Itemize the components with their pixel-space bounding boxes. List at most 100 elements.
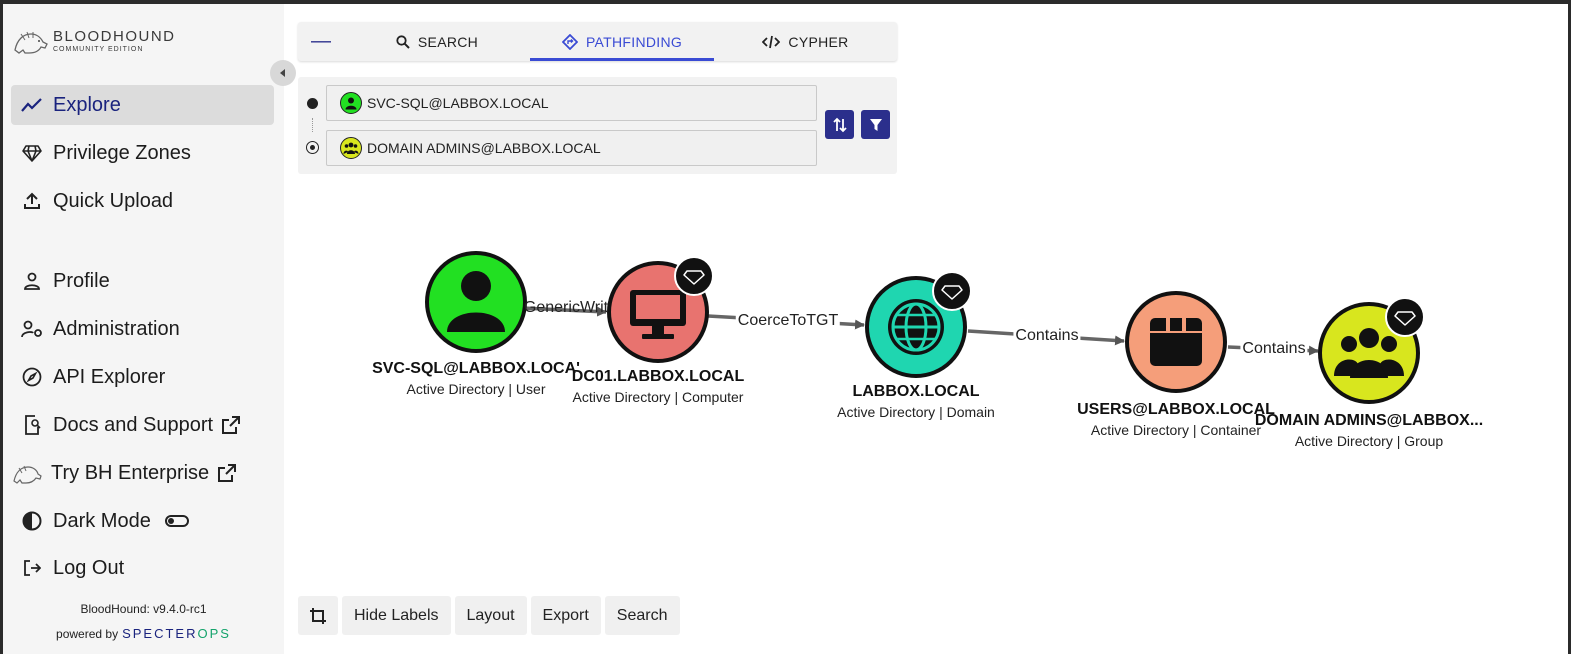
dark-mode-toggle[interactable] [164,515,189,527]
node-type: Active Directory | Container [1090,422,1262,438]
sidebar-item-label: Log Out [53,556,125,579]
graph-node-label: DOMAIN ADMINS@LABBOX... Active Directory… [1255,412,1483,449]
sidebar-item-label: API Explorer [53,365,166,388]
external-link-icon [222,416,241,434]
node-name: USERS@LABBOX.LOCAL [1077,401,1275,418]
sidebar-item-docs-and-support[interactable]: Docs and Support [11,405,274,445]
minimize-panel-button[interactable]: — [298,22,344,61]
swap-vertical-icon [832,117,847,132]
graph-node-computer[interactable] [607,256,714,363]
sidebar-item-label: Dark Mode [53,509,151,532]
swap-nodes-button[interactable] [825,110,854,139]
specterops-logo-accent: OPS [197,626,231,641]
sidebar-item-quick-upload[interactable]: Quick Upload [11,181,274,221]
sidebar-item-try-bh-enterprise[interactable]: Try BH Enterprise [11,453,274,493]
target-node-field[interactable]: DOMAIN ADMINS@LABBOX.LOCAL [326,130,817,166]
layout-button[interactable]: Layout [454,596,527,635]
tab-label: SEARCH [417,33,479,50]
explore-tabs: — SEARCH PATHFINDING CYPHER [298,22,897,61]
edge-label: GenericWrit [523,299,609,316]
tab-pathfinding[interactable]: PATHFINDING [530,22,714,61]
pathfinding-icon [561,33,578,50]
graph-node-user[interactable] [425,251,527,353]
crop-button[interactable] [298,596,338,635]
tier-zero-badge-icon [932,271,972,311]
tab-label: PATHFINDING [585,33,683,50]
tier-zero-badge-icon [1385,297,1425,337]
logo-title: BLOODHOUND [53,28,176,45]
logout-icon [21,557,43,579]
sidebar-item-label: Explore [53,93,121,116]
external-link-icon [218,464,237,482]
user-icon [340,92,362,114]
search-button[interactable]: Search [604,596,680,635]
sidebar-item-label: Docs and Support [53,413,214,436]
path-connector [312,118,313,132]
sidebar-item-label: Try BH Enterprise [51,461,210,484]
node-type: Active Directory | Computer [572,389,744,405]
person-icon [21,270,43,292]
box-icon [1150,318,1202,366]
sidebar-item-label: Administration [53,317,180,340]
graph-node-label: DC01.LABBOX.LOCAL Active Directory | Com… [572,368,744,405]
node-type: Active Directory | Group [1294,433,1444,449]
crop-icon [310,607,326,624]
source-node-value: SVC-SQL@LABBOX.LOCAL [367,95,549,111]
filter-icon [869,118,882,131]
tier-zero-badge-icon [674,256,714,296]
trending-line-icon [21,94,43,116]
source-node-field[interactable]: SVC-SQL@LABBOX.LOCAL [326,85,817,121]
globe-icon [888,299,944,355]
collapse-sidebar-button[interactable] [270,60,296,86]
node-name: SVC-SQL@LABBOX.LOCA' [372,360,580,377]
graph-node-label: USERS@LABBOX.LOCAL Active Directory | Co… [1077,401,1275,438]
sidebar-item-log-out[interactable]: Log Out [11,548,274,588]
edge-filter-button[interactable] [861,110,890,139]
sidebar-item-dark-mode[interactable]: Dark Mode [11,501,274,541]
graph-node-container[interactable] [1125,291,1227,393]
powered-by[interactable]: powered by SPECTEROPS [3,626,284,641]
hide-labels-button[interactable]: Hide Labels [342,596,451,635]
search-icon [396,34,410,49]
node-type: Active Directory | User [406,381,546,397]
bloodhound-logo-icon [14,31,48,54]
graph-node-label: LABBOX.LOCAL Active Directory | Domain [837,383,995,420]
tab-cypher[interactable]: CYPHER [714,22,897,61]
edge-label: Contains [1240,340,1308,358]
node-name: LABBOX.LOCAL [852,383,980,400]
sidebar-item-api-explorer[interactable]: API Explorer [11,357,274,397]
graph-node-group[interactable] [1318,297,1425,404]
gem-icon [21,142,43,164]
logo-subtitle: COMMUNITY EDITION [53,46,144,53]
edge-label: CoerceToTGT [735,312,841,330]
sidebar-item-privilege-zones[interactable]: Privilege Zones [11,133,274,173]
code-icon [762,35,781,49]
target-icon [306,141,319,154]
node-name: DC01.LABBOX.LOCAL [571,368,745,385]
bloodhound-dog-icon [11,462,43,484]
target-node-value: DOMAIN ADMINS@LABBOX.LOCAL [367,140,601,156]
user-gear-icon [21,318,43,340]
sidebar: BLOODHOUND COMMUNITY EDITION Explore Pri… [3,4,296,654]
sidebar-item-administration[interactable]: Administration [11,309,274,349]
sidebar-item-label: Quick Upload [53,189,174,212]
graph-node-domain[interactable] [865,271,972,378]
powered-by-label: powered by [56,627,119,641]
app-version: BloodHound: v9.4.0-rc1 [80,602,207,616]
caret-left-icon [280,69,285,77]
doc-search-icon [21,414,43,436]
compass-icon [21,366,43,388]
app-logo[interactable]: BLOODHOUND COMMUNITY EDITION [11,26,176,56]
tab-label: CYPHER [788,33,849,50]
group-icon [340,137,362,159]
edge-label: Contains [1013,327,1081,345]
graph-canvas[interactable]: GenericWrit CoerceToTGT Contains Contain… [284,180,1568,580]
sidebar-item-explore[interactable]: Explore [11,85,274,125]
upload-icon [21,190,43,212]
tab-search[interactable]: SEARCH [344,22,530,61]
node-name: DOMAIN ADMINS@LABBOX... [1254,412,1484,429]
pathfinding-panel: SVC-SQL@LABBOX.LOCAL DOMAIN ADMINS@LABBO… [298,77,897,174]
sidebar-item-label: Profile [53,269,110,292]
sidebar-item-profile[interactable]: Profile [11,261,274,301]
export-button[interactable]: Export [530,596,601,635]
